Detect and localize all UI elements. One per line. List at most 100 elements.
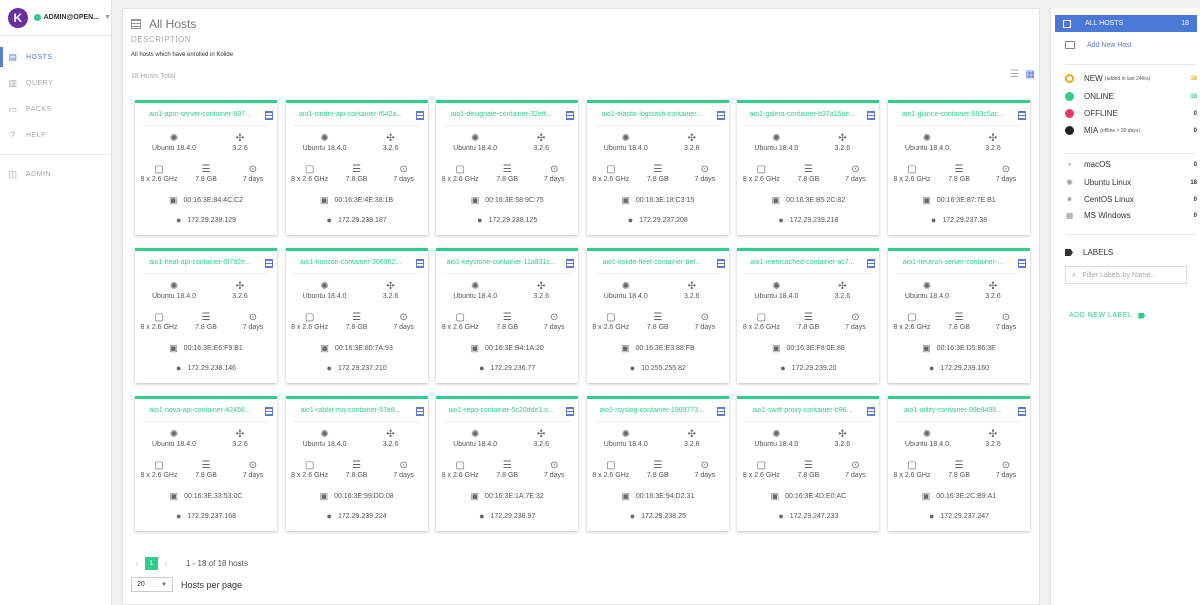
add-label-button[interactable]: ADD NEW LABEL — [1069, 312, 1146, 319]
all-hosts-filter[interactable]: ALL HOSTS 18 — [1055, 15, 1197, 32]
host-details-icon[interactable] — [1018, 259, 1026, 268]
nav-item-admin[interactable]: ◫ ADMIN — [0, 161, 111, 187]
host-card[interactable]: aio1-keystone-container-11a831c... ✺ Ubunt… — [436, 248, 579, 383]
host-card[interactable]: aio1-neutron-server-container-... ✺ Ubuntu… — [888, 248, 1030, 383]
status-filter-offline[interactable]: OFFLINE 0 — [1065, 109, 1197, 118]
host-name-link[interactable]: aio1-elastic-logstash-container... — [591, 111, 713, 118]
host-card[interactable]: aio1-kolide-fleet-container-bef... ✺ Ubunt… — [586, 248, 729, 383]
host-details-icon[interactable] — [265, 407, 273, 416]
host-details-icon[interactable] — [716, 259, 725, 268]
page-number-button[interactable]: 1 — [145, 557, 158, 570]
memory-icon: ☰ — [201, 312, 211, 323]
memory-info-value: 7.8 GB — [797, 176, 820, 183]
label-filter-input[interactable]: ⌕ Filter Labels by Name... — [1065, 266, 1187, 284]
host-details-icon[interactable] — [265, 259, 273, 268]
prev-page-icon[interactable]: ‹ — [131, 558, 143, 570]
host-details-icon[interactable] — [867, 111, 876, 120]
nav-item-label: ADMIN — [26, 170, 52, 178]
host-card[interactable]: aio1-rsyslog-container-1989773... ✺ Ubuntu… — [586, 396, 729, 531]
uptime-info-value: 7 days — [995, 324, 1017, 331]
host-name-link[interactable]: aio1-keystone-container-11a831c... — [440, 259, 562, 266]
memory-info: ☰ 7.8 GB — [484, 163, 530, 183]
platform-filter[interactable]: ▦ MS Windows 0 — [1065, 211, 1197, 220]
host-card[interactable]: aio1-nova-api-container-42456... ✺ Ubuntu … — [135, 396, 277, 531]
list-view-icon[interactable]: ☰ — [1010, 69, 1019, 80]
cpu-info: ▢ 8 x 2.6 GHz — [888, 459, 936, 479]
status-filter-mia[interactable]: MIA (offline > 30 days) 0 — [1065, 126, 1197, 135]
host-card[interactable]: aio1-designate-container-32eff... ✺ Ubuntu… — [436, 100, 579, 235]
platform-filter[interactable]: ✷ CentOS Linux 0 — [1065, 195, 1197, 204]
globe-icon: ● — [928, 511, 935, 521]
status-filter-online[interactable]: ONLINE 18 — [1065, 92, 1197, 101]
host-card[interactable]: aio1-galera-container-b37a15ae... ✺ Ubuntu… — [737, 100, 880, 235]
host-card[interactable]: aio1-cinder-api-container-f642a... ✺ Ubunt… — [285, 100, 428, 235]
mac-icon: ▣ — [169, 343, 178, 353]
host-name-link[interactable]: aio1-rsyslog-container-1989773... — [591, 407, 713, 414]
host-name-link[interactable]: aio1-repo-container-5c20dde1.o... — [440, 407, 562, 414]
host-name-link[interactable]: aio1-memcached-container-ac7... — [741, 259, 863, 266]
host-details-icon[interactable] — [415, 259, 424, 268]
host-name-link[interactable]: aio1-apm-server-container-607... — [139, 111, 261, 118]
user-menu[interactable]: ADMIN@OPEN... ▼ — [33, 14, 111, 21]
host-details-icon[interactable] — [867, 259, 876, 268]
host-card[interactable]: aio1-heat-api-container-0f7d2e... ✺ Ubuntu… — [135, 248, 277, 383]
next-page-icon[interactable]: › — [160, 558, 172, 570]
host-name-link[interactable]: aio1-heat-api-container-0f7d2e... — [139, 259, 261, 266]
host-name-link[interactable]: aio1-rabbit-mq-container-57e8... — [290, 407, 412, 414]
status-filter-new[interactable]: NEW (added in last 24hrs) 18 — [1065, 74, 1197, 83]
host-details-icon[interactable] — [265, 111, 273, 120]
host-name-link[interactable]: aio1-neutron-server-container-... — [892, 259, 1014, 266]
chevron-down-icon[interactable]: ▼ — [104, 14, 111, 21]
host-name-link[interactable]: aio1-designate-container-32eff... — [440, 111, 562, 118]
host-details-icon[interactable] — [415, 407, 424, 416]
host-name-link[interactable]: aio1-nova-api-container-42456... — [139, 407, 261, 414]
nav-item-packs[interactable]: ▭ PACKS — [0, 96, 111, 122]
host-card[interactable]: aio1-elastic-logstash-container... ✺ Ubunt… — [586, 100, 729, 235]
os-version: ✺ Ubuntu 18.4.0 — [741, 280, 811, 300]
mac-address: ▣ 00:16:3E:94:D2:31 — [587, 491, 729, 502]
nav-item-hosts[interactable]: ▤ HOSTS — [0, 44, 111, 70]
platform-filter[interactable]: ✺ Ubuntu Linux 18 — [1065, 178, 1197, 187]
ubuntu-icon: ✺ — [169, 133, 179, 144]
divider — [293, 273, 420, 274]
osquery-version: ✣ 3.2.6 — [205, 428, 275, 448]
cpu-info: ▢ 8 x 2.6 GHz — [888, 163, 936, 183]
host-details-icon[interactable] — [415, 111, 424, 120]
host-details-icon[interactable] — [716, 111, 725, 120]
per-page-select[interactable]: 20 ▼ — [131, 577, 173, 592]
host-card[interactable]: aio1-memcached-container-ac7... ✺ Ubuntu 1… — [737, 248, 880, 383]
host-card[interactable]: aio1-rabbit-mq-container-57e8... ✺ Ubuntu … — [285, 396, 428, 531]
host-name-link[interactable]: aio1-horizon-container-306962... — [290, 259, 412, 266]
nav-item-query[interactable]: ▥ QUERY — [0, 70, 111, 96]
host-name-link[interactable]: aio1-glance-container-593c5ac... — [892, 111, 1014, 118]
grid-view-icon[interactable]: ▦ — [1026, 69, 1035, 80]
host-name-link[interactable]: aio1-utility-container-99b9498... — [892, 407, 1014, 414]
ip-address: ● 172.29.237.38 — [888, 215, 1030, 225]
host-details-icon[interactable] — [1018, 407, 1026, 416]
host-details-icon[interactable] — [566, 407, 575, 416]
divider — [745, 421, 872, 422]
host-details-icon[interactable] — [716, 407, 725, 416]
host-name-link[interactable]: aio1-swift-proxy-container-b96... — [741, 407, 863, 414]
host-details-icon[interactable] — [566, 111, 575, 120]
add-host-button[interactable]: Add New Host — [1065, 41, 1132, 49]
host-name-link[interactable]: aio1-kolide-fleet-container-bef... — [591, 259, 713, 266]
platform-filter[interactable]: • macOS 0 — [1065, 160, 1197, 169]
host-card[interactable]: aio1-utility-container-99b9498... ✺ Ubuntu… — [888, 396, 1030, 531]
host-card[interactable]: aio1-horizon-container-306962... ✺ Ubuntu … — [285, 248, 428, 383]
host-card[interactable]: aio1-glance-container-593c5ac... ✺ Ubuntu … — [888, 100, 1030, 235]
host-card[interactable]: aio1-repo-container-5c20dde1.o... ✺ Ubuntu… — [436, 396, 579, 531]
nav-item-help[interactable]: ? HELP — [0, 122, 111, 148]
host-card[interactable]: aio1-swift-proxy-container-b96... ✺ Ubuntu… — [737, 396, 880, 531]
cpu-info: ▢ 8 x 2.6 GHz — [737, 311, 785, 331]
host-details-icon[interactable] — [566, 259, 575, 268]
user-name: ADMIN@OPEN... — [43, 14, 100, 21]
host-name-link[interactable]: aio1-cinder-api-container-f642a... — [290, 111, 412, 118]
host-details-icon[interactable] — [1018, 111, 1026, 120]
ubuntu-icon: ✺ — [169, 429, 179, 440]
brand: K ADMIN@OPEN... ▼ — [0, 0, 111, 36]
host-details-icon[interactable] — [867, 407, 876, 416]
host-name-link[interactable]: aio1-galera-container-b37a15ae... — [741, 111, 863, 118]
os-version-value: Ubuntu 18.4.0 — [453, 145, 498, 152]
host-card[interactable]: aio1-apm-server-container-607... ✺ Ubuntu … — [135, 100, 277, 235]
